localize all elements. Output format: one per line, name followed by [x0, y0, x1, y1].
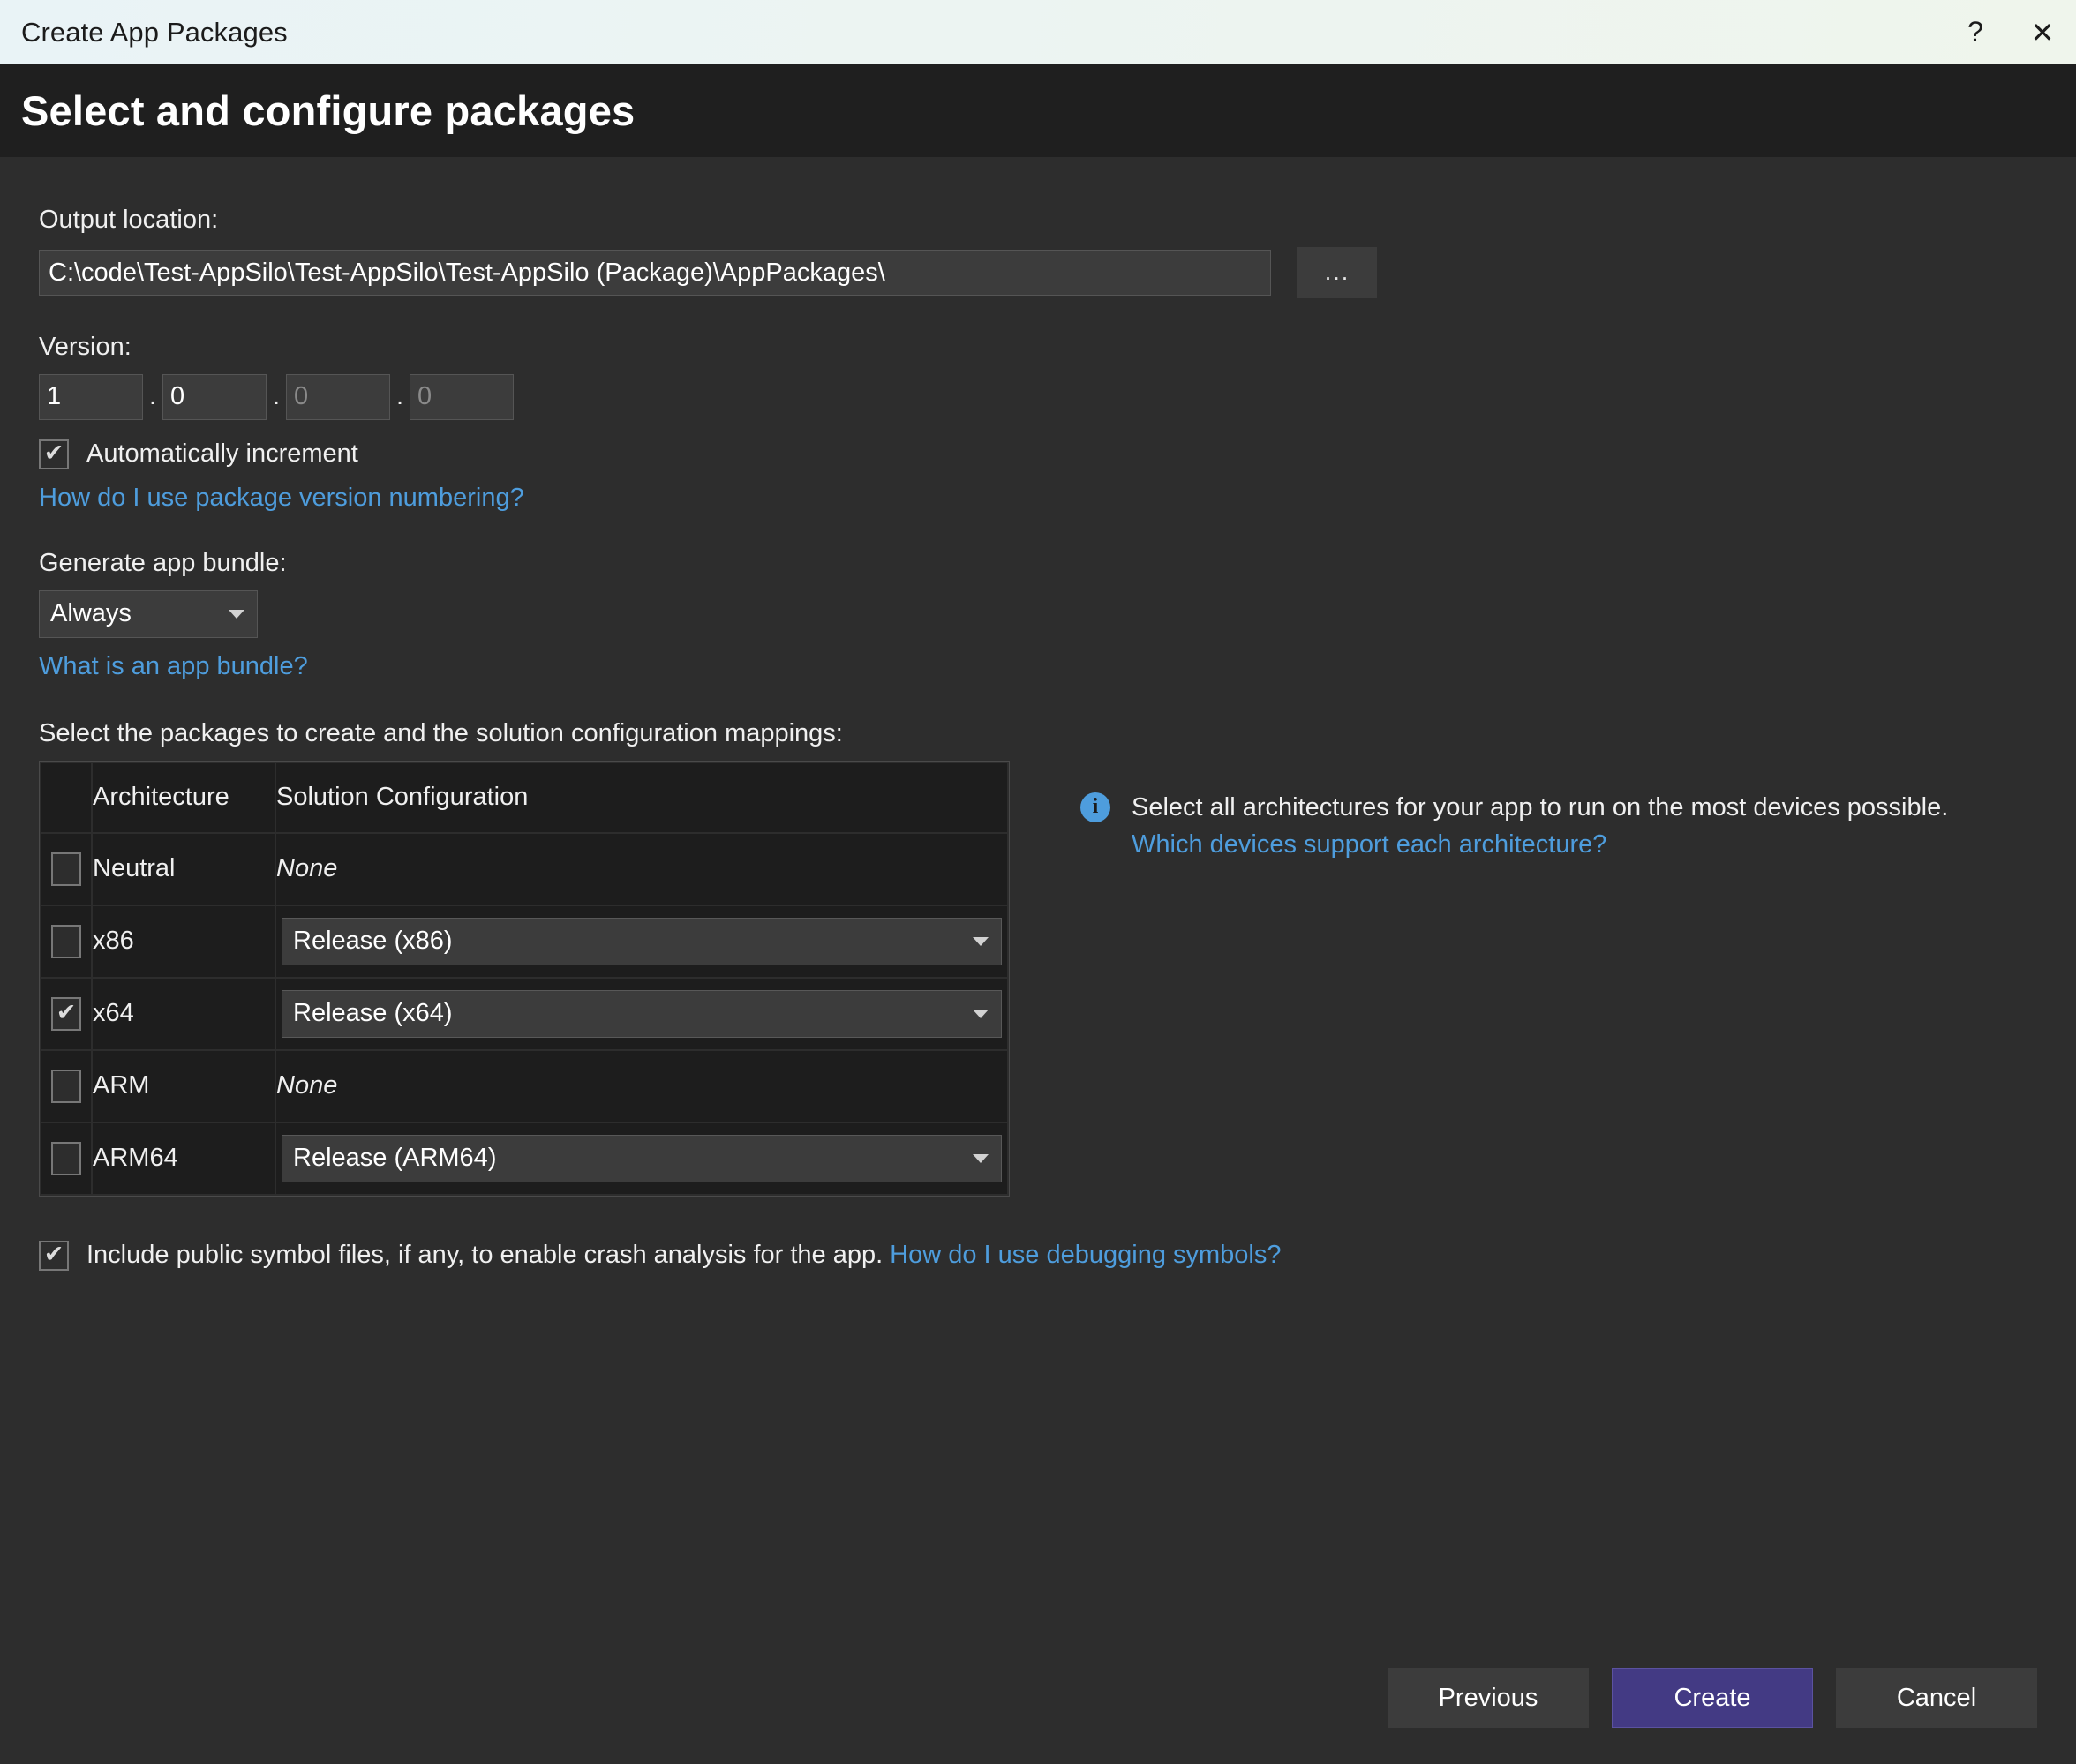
chevron-down-icon — [229, 609, 244, 619]
include-symbols-checkbox[interactable]: ✔ — [39, 1240, 69, 1271]
solution-configuration-none: None — [276, 854, 338, 883]
packages-table-and-info: Architecture Solution Configuration ✔ Neu… — [39, 760, 2037, 1197]
version-separator-1: . — [148, 382, 157, 411]
version-label: Version: — [39, 332, 132, 361]
chevron-down-icon — [973, 936, 989, 946]
app-bundle-selected-value: Always — [50, 599, 132, 628]
solution-configuration-none: None — [276, 1071, 338, 1100]
cancel-button[interactable]: Cancel — [1836, 1668, 2037, 1728]
header-band: Select and configure packages — [0, 64, 2076, 157]
title-bar: Create App Packages ? ✕ — [0, 0, 2076, 64]
table-row: ✔ ARM64 Release (ARM64) — [41, 1122, 1007, 1194]
output-location-input[interactable] — [39, 249, 1271, 296]
architecture-checkbox-x86[interactable]: ✔ — [51, 924, 81, 958]
solution-configuration-value: Release (x86) — [293, 927, 453, 956]
solution-configuration-select-x64[interactable]: Release (x64) — [282, 989, 1002, 1038]
row-select-cell[interactable]: ✔ — [41, 1050, 91, 1122]
check-icon: ✔ — [56, 999, 77, 1026]
solution-configuration-cell[interactable]: Release (x86) — [276, 905, 1007, 977]
browse-button[interactable]: ... — [1298, 246, 1377, 298]
create-button[interactable]: Create — [1612, 1668, 1813, 1728]
packages-table: Architecture Solution Configuration ✔ Neu… — [39, 760, 1010, 1197]
chevron-down-icon — [973, 1009, 989, 1018]
solution-configuration-cell: None — [276, 833, 1007, 905]
which-devices-link[interactable]: Which devices support each architecture? — [1132, 830, 1606, 859]
version-revision-input[interactable] — [410, 373, 514, 420]
version-separator-2: . — [272, 382, 281, 411]
version-major-input[interactable] — [39, 373, 143, 420]
architecture-checkbox-neutral[interactable]: ✔ — [51, 852, 81, 886]
app-bundle-section: Generate app bundle: Always What is an a… — [39, 548, 2037, 681]
column-header-select — [41, 762, 91, 832]
info-icon: i — [1080, 792, 1110, 822]
output-location-row: ... — [39, 246, 2037, 298]
table-row: ✔ x64 Release (x64) — [41, 978, 1007, 1049]
architecture-cell: ARM — [93, 1050, 275, 1122]
version-minor-input[interactable] — [162, 373, 267, 420]
check-icon: ✔ — [43, 439, 64, 467]
architecture-cell: x86 — [93, 905, 275, 977]
table-row: ✔ NeutralNone — [41, 833, 1007, 905]
version-fields-row: . . . — [39, 373, 2037, 420]
architecture-info-panel: i Select all architectures for your app … — [1080, 761, 1972, 863]
solution-configuration-cell: None — [276, 1050, 1007, 1122]
solution-configuration-value: Release (ARM64) — [293, 1144, 497, 1173]
app-bundle-select[interactable]: Always — [39, 589, 258, 638]
architecture-info-message: Select all architectures for your app to… — [1132, 792, 1949, 822]
version-section: Version: . . . ✔ Automatically increment… — [39, 332, 2037, 513]
architecture-cell: x64 — [93, 978, 275, 1049]
architecture-checkbox-x64[interactable]: ✔ — [51, 996, 81, 1031]
chevron-down-icon — [973, 1153, 989, 1163]
packages-table-body: ✔NeutralNone✔x86Release (x86)✔x64Release… — [41, 833, 1007, 1194]
page-title: Select and configure packages — [21, 87, 636, 134]
app-bundle-label: Generate app bundle: — [39, 548, 287, 577]
version-build-input[interactable] — [286, 373, 390, 420]
include-symbols-text: Include public symbol files, if any, to … — [86, 1241, 884, 1270]
row-select-cell[interactable]: ✔ — [41, 978, 91, 1049]
symbols-section: ✔ Include public symbol files, if any, t… — [39, 1240, 2037, 1271]
solution-configuration-cell[interactable]: Release (ARM64) — [276, 1122, 1007, 1194]
output-location-section: Output location: ... — [39, 157, 2037, 298]
solution-configuration-value: Release (x64) — [293, 999, 453, 1028]
column-header-solution-configuration: Solution Configuration — [276, 762, 1007, 832]
version-separator-3: . — [395, 382, 404, 411]
debugging-symbols-link[interactable]: How do I use debugging symbols? — [890, 1241, 1281, 1269]
auto-increment-checkbox[interactable]: ✔ — [39, 439, 69, 469]
window-title: Create App Packages — [21, 16, 288, 48]
architecture-info-text: Select all architectures for your app to… — [1132, 789, 1972, 863]
row-select-cell[interactable]: ✔ — [41, 905, 91, 977]
architecture-cell: Neutral — [93, 833, 275, 905]
solution-configuration-select-arm64[interactable]: Release (ARM64) — [282, 1134, 1002, 1182]
previous-button[interactable]: Previous — [1388, 1668, 1589, 1728]
solution-configuration-cell[interactable]: Release (x64) — [276, 978, 1007, 1049]
dialog-content: Output location: ... Version: . . . ✔ — [0, 157, 2076, 1764]
include-symbols-label: Include public symbol files, if any, to … — [86, 1241, 1282, 1270]
help-icon[interactable]: ? — [1942, 0, 2009, 64]
dialog-footer: Previous Create Cancel — [0, 1632, 2076, 1764]
include-symbols-row[interactable]: ✔ Include public symbol files, if any, t… — [39, 1240, 2037, 1271]
table-header-row: Architecture Solution Configuration — [41, 762, 1007, 832]
column-header-architecture: Architecture — [93, 762, 275, 832]
version-numbering-link[interactable]: How do I use package version numbering? — [39, 484, 524, 512]
solution-configuration-select-x86[interactable]: Release (x86) — [282, 917, 1002, 965]
table-row: ✔ ARMNone — [41, 1050, 1007, 1122]
close-icon[interactable]: ✕ — [2009, 0, 2076, 64]
title-bar-buttons: ? ✕ — [1942, 0, 2076, 64]
auto-increment-row[interactable]: ✔ Automatically increment — [39, 439, 2037, 469]
architecture-checkbox-arm[interactable]: ✔ — [51, 1069, 81, 1103]
packages-table-head: Architecture Solution Configuration — [41, 762, 1007, 832]
row-select-cell[interactable]: ✔ — [41, 1122, 91, 1194]
row-select-cell[interactable]: ✔ — [41, 833, 91, 905]
table-row: ✔ x86 Release (x86) — [41, 905, 1007, 977]
auto-increment-label: Automatically increment — [86, 439, 358, 469]
packages-section: Select the packages to create and the so… — [39, 718, 2037, 1197]
architecture-checkbox-arm64[interactable]: ✔ — [51, 1141, 81, 1175]
architecture-cell: ARM64 — [93, 1122, 275, 1194]
check-icon: ✔ — [43, 1241, 64, 1268]
what-is-app-bundle-link[interactable]: What is an app bundle? — [39, 652, 308, 680]
packages-label: Select the packages to create and the so… — [39, 718, 843, 747]
output-location-label: Output location: — [39, 206, 219, 234]
create-app-packages-dialog: Create App Packages ? ✕ Select and confi… — [0, 0, 2076, 1764]
